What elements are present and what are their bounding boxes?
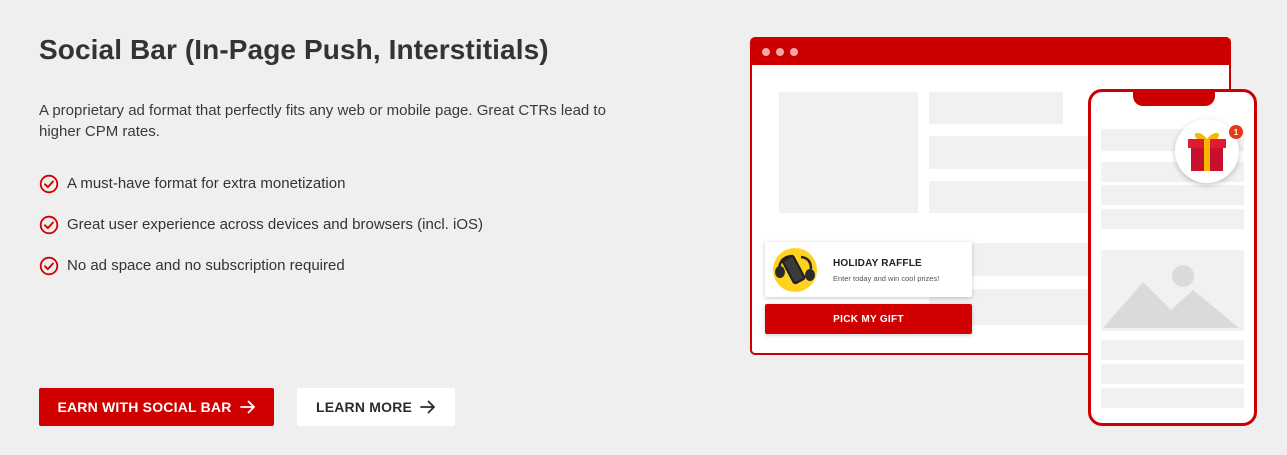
phone-headphones-icon: [775, 254, 815, 285]
content-placeholder: [779, 92, 918, 213]
arrow-right-icon: [239, 400, 255, 414]
feature-item: Great user experience across devices and…: [39, 204, 483, 245]
content-placeholder: [929, 92, 1063, 124]
window-dot-icon: [790, 48, 798, 56]
feature-text: No ad space and no subscription required: [67, 257, 345, 274]
browser-titlebar: [752, 39, 1229, 65]
earn-with-social-bar-button[interactable]: EARN WITH SOCIAL BAR: [39, 388, 274, 426]
content-placeholder: [929, 136, 1089, 169]
push-title: HOLIDAY RAFFLE: [833, 258, 922, 269]
feature-text: A must-have format for extra monetizatio…: [67, 175, 346, 192]
pick-my-gift-button[interactable]: PICK MY GIFT: [765, 304, 972, 334]
notification-badge: 1: [1229, 125, 1243, 139]
arrow-right-icon: [420, 400, 435, 414]
content-placeholder: [1101, 364, 1244, 384]
feature-item: No ad space and no subscription required: [39, 245, 483, 286]
image-placeholder: [1101, 250, 1244, 331]
window-dot-icon: [776, 48, 784, 56]
window-dot-icon: [762, 48, 770, 56]
image-placeholder-icon: [1103, 265, 1239, 328]
content-placeholder: [1101, 388, 1244, 408]
learn-more-button[interactable]: LEARN MORE: [297, 388, 455, 426]
check-circle-icon: [39, 215, 59, 234]
check-circle-icon: [39, 174, 59, 193]
description: A proprietary ad format that perfectly f…: [39, 102, 606, 140]
earn-button-label: EARN WITH SOCIAL BAR: [57, 399, 232, 415]
content-placeholder: [929, 181, 1089, 213]
content-placeholder: [1101, 340, 1244, 360]
check-circle-icon: [39, 256, 59, 275]
push-icon-circle: [773, 248, 817, 292]
feature-list: A must-have format for extra monetizatio…: [39, 163, 483, 286]
learn-more-label: LEARN MORE: [315, 399, 413, 415]
push-notification: HOLIDAY RAFFLE Enter today and win cool …: [765, 242, 972, 297]
phone-notch: [1133, 92, 1215, 106]
push-subtitle: Enter today and win cool prizes!: [833, 274, 940, 283]
page-title: Social Bar (In-Page Push, Interstitials): [39, 34, 549, 65]
feature-item: A must-have format for extra monetizatio…: [39, 163, 483, 204]
content-placeholder: [1101, 185, 1244, 205]
feature-text: Great user experience across devices and…: [67, 216, 484, 233]
content-placeholder: [1101, 209, 1244, 229]
